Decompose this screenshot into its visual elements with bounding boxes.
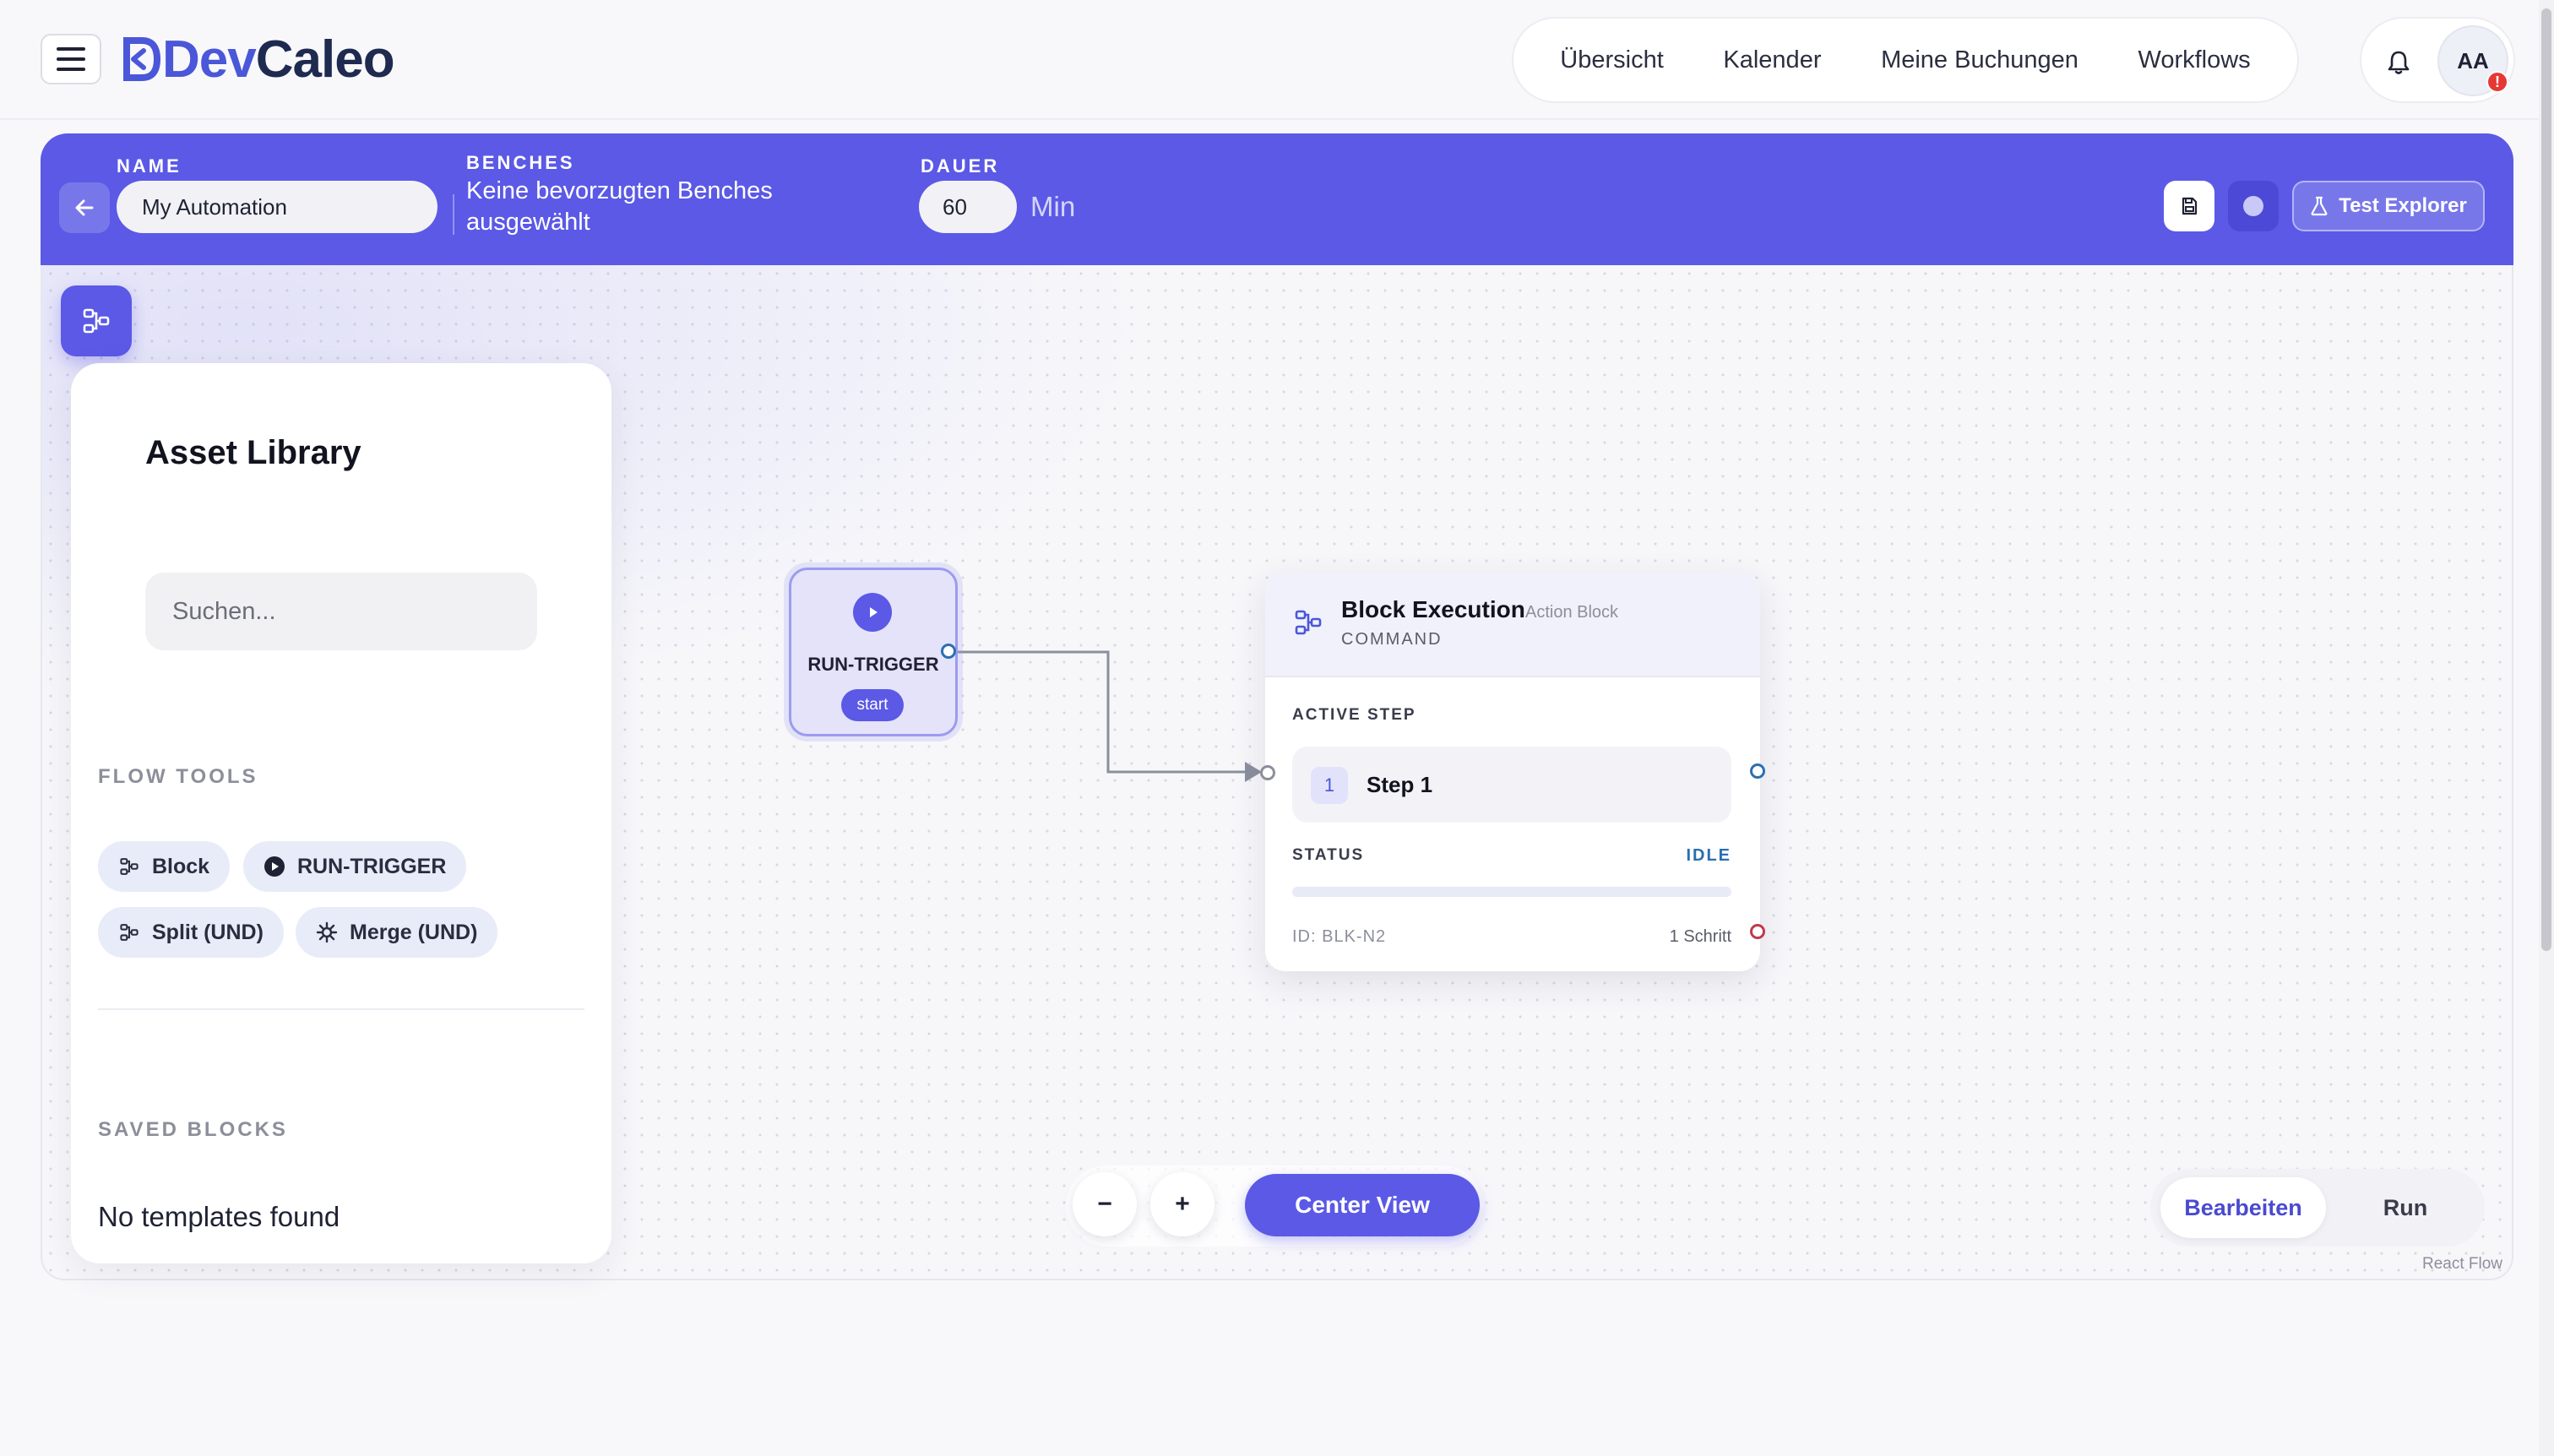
logo-text-caleo: Caleo [255,30,395,89]
block-node-subtitle: Action Block [1525,603,1619,622]
name-label: NAME [117,155,182,177]
status-progress-bar [1292,887,1731,897]
tool-chip-run-trigger[interactable]: RUN-TRIGGER [243,841,467,892]
status-value: IDLE [1686,846,1731,865]
toggle-library-button[interactable] [61,285,132,356]
center-view-button[interactable]: Center View [1245,1174,1480,1236]
nav-item-meine-buchungen[interactable]: Meine Buchungen [1881,46,2079,74]
workflow-name-input[interactable] [117,181,437,233]
block-step-count: 1 Schritt [1669,927,1731,946]
record-icon [2243,196,2263,216]
react-flow-attribution[interactable]: React Flow [2422,1255,2502,1274]
record-button[interactable] [2228,181,2279,231]
tool-chip-split[interactable]: Split (UND) [98,907,284,958]
block-node-header [1265,573,1760,677]
test-explorer-label: Test Explorer [2339,194,2467,217]
mode-edit-button[interactable]: Bearbeiten [2160,1177,2326,1238]
flow-icon [120,858,139,875]
tool-chip-merge[interactable]: Merge (UND) [296,907,498,958]
main-nav: Übersicht Kalender Meine Buchungen Workf… [1512,17,2299,103]
library-search-input[interactable] [145,573,537,650]
logo-text-dev: Dev [162,30,257,89]
trigger-output-handle[interactable] [941,644,956,659]
asset-library-title: Asset Library [145,434,361,471]
nav-item-uebersicht[interactable]: Übersicht [1560,46,1664,74]
flow-tools-heading: FLOW TOOLS [98,765,258,788]
tool-chip-label: RUN-TRIGGER [297,854,447,878]
flow-icon [83,308,110,334]
tool-chip-block[interactable]: Block [98,841,231,892]
nav-item-kalender[interactable]: Kalender [1723,46,1821,74]
block-node-type: COMMAND [1341,630,1443,649]
play-circle-icon [264,856,285,877]
zoom-in-button[interactable]: + [1150,1172,1215,1236]
save-icon [2182,197,2198,215]
error-output-handle[interactable] [1750,924,1765,939]
back-button[interactable] [59,182,110,233]
step-row[interactable] [1292,747,1731,823]
nav-item-workflows[interactable]: Workflows [2138,46,2250,74]
logo-mark-icon [123,37,160,81]
step-output-handle[interactable] [1750,763,1765,779]
duration-unit: Min [1030,191,1076,222]
save-button[interactable] [2164,181,2214,231]
play-icon [853,593,892,632]
step-number-badge: 1 [1311,767,1348,804]
header-divider [453,194,454,235]
scrollbar-thumb[interactable] [2541,8,2551,951]
trigger-start-badge: start [841,689,904,721]
duration-input[interactable] [919,181,1017,233]
test-explorer-button[interactable]: Test Explorer [2292,181,2485,231]
block-id: ID: BLK-N2 [1292,927,1387,946]
mode-run-button[interactable]: Run [2339,1177,2471,1238]
dauer-label: DAUER [921,155,1000,177]
menu-icon[interactable] [41,34,101,84]
app-logo[interactable]: Dev Caleo [123,25,395,93]
benches-label: BENCHES [466,152,575,173]
trigger-node-label: RUN-TRIGGER [807,654,939,675]
alert-badge: ! [2486,71,2508,93]
tool-chip-label: Block [152,854,210,878]
step-name: Step 1 [1367,772,1433,797]
block-input-handle[interactable] [1260,765,1275,780]
tool-chip-label: Split (UND) [152,920,264,944]
saved-blocks-heading: SAVED BLOCKS [98,1118,288,1141]
active-step-label: ACTIVE STEP [1292,706,1416,724]
split-icon [120,924,139,941]
benches-value[interactable]: Keine bevorzugten Benches ausgewählt [466,176,821,238]
tool-chip-label: Merge (UND) [350,920,478,944]
empty-templates-message: No templates found [98,1201,340,1232]
library-divider [98,1008,584,1010]
flask-icon [2311,196,2328,216]
bell-icon[interactable] [2385,47,2412,76]
flow-icon [1295,610,1322,635]
merge-icon [316,921,338,943]
status-label: STATUS [1292,846,1365,864]
arrow-left-icon [75,199,94,216]
block-node-title: Block Execution [1341,596,1525,622]
zoom-out-button[interactable]: − [1073,1172,1137,1236]
